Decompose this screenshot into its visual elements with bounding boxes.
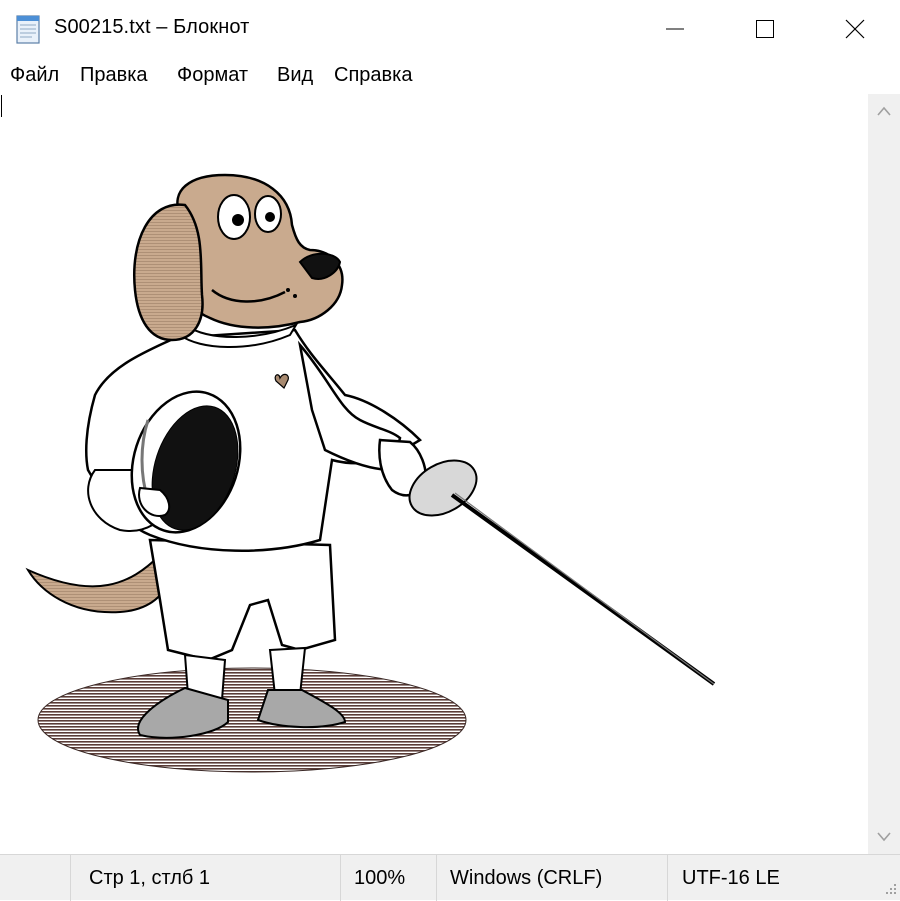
status-separator — [70, 855, 71, 901]
menu-bar: Файл Правка Формат Вид Справка — [0, 58, 900, 94]
minimize-icon — [666, 28, 684, 30]
text-editor[interactable] — [0, 94, 868, 854]
chevron-up-icon — [877, 106, 891, 116]
ascii-art-dog-fencer — [25, 173, 716, 773]
menu-format[interactable]: Формат — [176, 64, 249, 87]
menu-view[interactable]: Вид — [276, 64, 314, 87]
title-bar[interactable]: S00215.txt – Блокнот — [0, 0, 900, 58]
scroll-down-button[interactable] — [868, 820, 900, 854]
status-separator — [340, 855, 341, 901]
resize-grip-icon[interactable] — [880, 880, 898, 898]
minimize-button[interactable] — [630, 0, 720, 58]
notepad-icon — [14, 13, 42, 45]
maximize-icon — [756, 20, 774, 38]
status-cursor-position: Стр 1, стлб 1 — [89, 867, 211, 889]
close-button[interactable] — [810, 0, 900, 58]
close-icon — [845, 19, 865, 39]
status-encoding: UTF-16 LE — [682, 867, 780, 889]
menu-help[interactable]: Справка — [333, 64, 413, 87]
maximize-button[interactable] — [720, 0, 810, 58]
status-zoom: 100% — [354, 867, 406, 889]
menu-edit[interactable]: Правка — [79, 64, 149, 87]
status-separator — [436, 855, 437, 901]
status-line-endings: Windows (CRLF) — [450, 867, 603, 889]
chevron-down-icon — [877, 832, 891, 842]
vertical-scrollbar[interactable] — [868, 94, 900, 854]
window-title: S00215.txt – Блокнот — [54, 16, 250, 38]
scroll-up-button[interactable] — [868, 94, 900, 128]
status-bar: Стр 1, стлб 1 100% Windows (CRLF) UTF-16… — [0, 854, 900, 901]
menu-file[interactable]: Файл — [9, 64, 60, 87]
status-separator — [667, 855, 668, 901]
